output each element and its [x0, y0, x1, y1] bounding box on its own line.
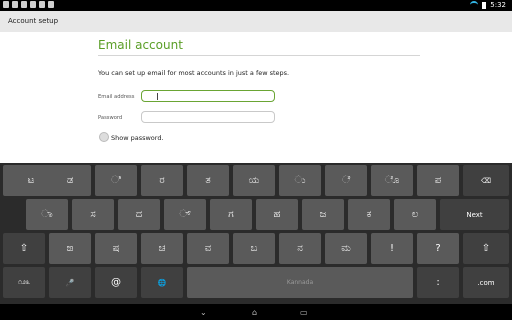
question-key[interactable]: ? [417, 233, 459, 264]
at-key[interactable]: @ [95, 267, 137, 298]
key[interactable]: ಡ [49, 165, 91, 196]
form-description: You can set up email for most accounts i… [98, 69, 290, 77]
email-field[interactable] [141, 90, 275, 102]
numbers-key[interactable]: ೧೨೩ [3, 267, 45, 298]
key[interactable]: ಮ [325, 233, 367, 264]
action-bar: Account setup [0, 11, 512, 33]
key[interactable]: ಷ [95, 233, 137, 264]
back-icon[interactable]: ⌄ [200, 308, 207, 317]
key[interactable]: ಜ [302, 199, 344, 230]
password-field[interactable] [141, 111, 275, 123]
text-cursor [157, 93, 158, 100]
key[interactable]: ಙ [49, 233, 91, 264]
notification-icon [3, 1, 9, 8]
key[interactable]: ೊ [371, 165, 413, 196]
recents-icon[interactable]: ▭ [300, 308, 308, 317]
key[interactable]: ದ [118, 199, 160, 230]
key[interactable]: ಲ [394, 199, 436, 230]
globe-icon[interactable]: 🌐 [141, 267, 183, 298]
notification-icon [30, 1, 36, 8]
key[interactable]: ು [279, 165, 321, 196]
key[interactable]: ತ [187, 165, 229, 196]
notification-icon [48, 1, 54, 8]
next-key[interactable]: Next [440, 199, 509, 230]
key[interactable]: ಯ [233, 165, 275, 196]
heading-divider [98, 55, 420, 56]
shift-key-right[interactable]: ⇧ [463, 233, 509, 264]
wifi-icon [470, 1, 479, 9]
key[interactable]: ಸ [72, 199, 114, 230]
space-key[interactable]: Kannada [187, 267, 413, 298]
key[interactable]: ಿ [95, 165, 137, 196]
clock: 5:32 [490, 1, 506, 9]
colon-key[interactable]: : [417, 267, 459, 298]
password-label: Password [98, 115, 123, 121]
account-setup-form: Email account You can set up email for m… [0, 32, 512, 163]
key[interactable]: ಚ [141, 233, 183, 264]
key[interactable]: ಕ [348, 199, 390, 230]
microphone-icon[interactable]: 🎤 [49, 267, 91, 298]
form-heading: Email account [98, 38, 183, 52]
key[interactable]: ನ [279, 233, 321, 264]
screen-title: Account setup [8, 17, 59, 25]
navigation-bar: ⌄ ⌂ ▭ [0, 304, 512, 320]
status-bar: 5:32 [0, 0, 512, 11]
email-label: Email address [98, 94, 135, 100]
key[interactable]: ೆ [325, 165, 367, 196]
key[interactable]: ಾ [26, 199, 68, 230]
key[interactable]: ಪ [417, 165, 459, 196]
backspace-key[interactable]: ⌫ [463, 165, 509, 196]
key[interactable]: ಬ [233, 233, 275, 264]
notification-icon [21, 1, 27, 8]
notification-icon [39, 1, 45, 8]
show-password-label[interactable]: Show password. [111, 134, 164, 142]
key[interactable]: ವ [187, 233, 229, 264]
shift-key-left[interactable]: ⇧ [3, 233, 45, 264]
key[interactable]: ಗ [210, 199, 252, 230]
home-icon[interactable]: ⌂ [252, 308, 257, 317]
exclamation-key[interactable]: ! [371, 233, 413, 264]
battery-icon [482, 1, 487, 9]
key[interactable]: ರ [141, 165, 183, 196]
notification-icon [12, 1, 18, 8]
soft-keyboard: ಟ ಡ ಿ ರ ತ ಯ ು ೆ ೊ ಪ ⌫ ಾ ಸ ದ ್ ಗ ಹ ಜ ಕ ಲ … [0, 163, 512, 304]
dotcom-key[interactable]: .com [463, 267, 509, 298]
show-password-checkbox[interactable] [99, 132, 109, 142]
key[interactable]: ್ [164, 199, 206, 230]
key[interactable]: ಹ [256, 199, 298, 230]
notification-icons [3, 1, 54, 8]
